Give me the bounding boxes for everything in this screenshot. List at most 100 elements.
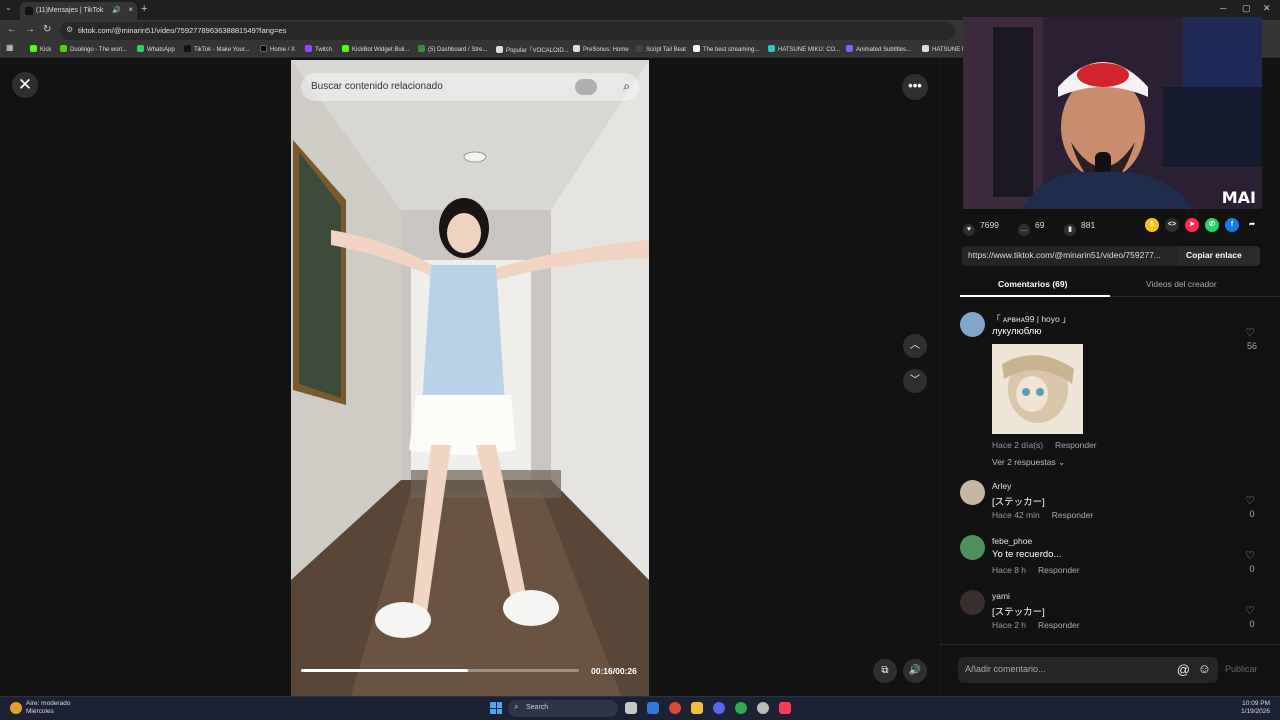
- bookmark-item[interactable]: Kick: [30, 45, 51, 53]
- comment-sticker-image[interactable]: [992, 344, 1083, 434]
- more-options-button[interactable]: •••: [902, 74, 928, 100]
- close-video-button[interactable]: ✕: [12, 72, 38, 98]
- tab-comments[interactable]: Comentarios (69): [998, 279, 1067, 289]
- bookmark-item[interactable]: Animated Subtitles...: [846, 45, 911, 53]
- file-explorer-icon[interactable]: [691, 702, 703, 714]
- close-tab-icon[interactable]: ×: [128, 5, 133, 14]
- comment-time: Hace 2 día(s): [992, 440, 1044, 450]
- forward-button[interactable]: →: [25, 24, 35, 35]
- avatar[interactable]: [960, 590, 985, 615]
- bookmark-item[interactable]: The best streaming...: [693, 45, 759, 53]
- emoji-icon[interactable]: ☺: [1198, 661, 1211, 676]
- discord-icon[interactable]: [713, 702, 725, 714]
- volume-button[interactable]: 🔊: [903, 659, 927, 683]
- avatar[interactable]: [960, 535, 985, 560]
- copy-link-button[interactable]: Copiar enlace: [1178, 246, 1260, 266]
- bookmark-item[interactable]: Home / X: [260, 45, 295, 53]
- bookmark-icon: ▮: [1064, 224, 1076, 236]
- comment-like-icon[interactable]: ♡: [1245, 494, 1255, 507]
- embed-icon[interactable]: <>: [1165, 218, 1179, 232]
- new-tab-button[interactable]: +: [141, 3, 147, 15]
- comment-like-icon[interactable]: ♡: [1245, 549, 1255, 562]
- close-window-button[interactable]: ✕: [1263, 3, 1271, 14]
- bookmark-item[interactable]: HATSUNE MIKU: CO...: [768, 45, 840, 53]
- related-search-input[interactable]: Buscar contenido relacionado ⌕: [301, 73, 639, 101]
- avatar[interactable]: [960, 312, 985, 337]
- music-icon[interactable]: [779, 702, 791, 714]
- video-progress-bar[interactable]: [301, 669, 579, 672]
- bookmark-favicon-icon: [30, 45, 37, 52]
- search-icon: ⌕: [514, 702, 519, 711]
- reply-button[interactable]: Responder: [1055, 440, 1097, 450]
- comment-like-icon[interactable]: ♡: [1245, 326, 1255, 339]
- search-icon[interactable]: ⌕: [623, 79, 630, 94]
- chrome-icon[interactable]: [735, 702, 747, 714]
- minimize-button[interactable]: ─: [1220, 3, 1226, 13]
- taskbar-search-label: Search: [526, 704, 549, 711]
- comment-meta: Hace 2 día(s) Responder: [992, 440, 1097, 450]
- comment-like-icon[interactable]: ♡: [1245, 604, 1255, 617]
- share-icon[interactable]: ➦: [1245, 218, 1259, 232]
- tab-list-icon[interactable]: ⌄: [5, 3, 12, 12]
- heart-icon: ♥: [963, 224, 975, 236]
- video-frame: [291, 60, 649, 696]
- bookmark-item[interactable]: Duolingo - The worl...: [60, 45, 127, 53]
- comment-username[interactable]: febe_phoe: [992, 536, 1032, 546]
- comment-like-count: 56: [1246, 341, 1257, 351]
- site-info-icon[interactable]: ⚙: [66, 25, 73, 34]
- comment-input[interactable]: Añadir comentario... @ ☺: [958, 657, 1218, 683]
- comment-username[interactable]: 「 ᴀᴘвнᴀ99 | hoyo 」: [992, 313, 1071, 325]
- bookmark-item[interactable]: TikTok - Make Your...: [184, 45, 249, 53]
- apps-icon[interactable]: ▦: [6, 43, 14, 52]
- reload-button[interactable]: ↻: [43, 24, 51, 35]
- bookmark-item[interactable]: PreSonus: Home: [573, 45, 629, 53]
- avatar[interactable]: [960, 480, 985, 505]
- bookmark-item[interactable]: KickBot Widget Buil...: [342, 45, 409, 53]
- speaker-icon[interactable]: 🔊: [112, 6, 121, 14]
- system-clock[interactable]: 10:09 PM 1/19/2026: [1241, 700, 1270, 716]
- comment-username[interactable]: Arley: [992, 481, 1011, 491]
- tab-creator-videos[interactable]: Videos del creador: [1146, 279, 1217, 289]
- video-time: 00:16/00:26: [591, 666, 637, 676]
- toggle-icon[interactable]: [575, 79, 597, 95]
- back-button[interactable]: ←: [7, 24, 17, 35]
- like-stat[interactable]: ♥ 7699: [963, 220, 999, 236]
- previous-video-button[interactable]: ︿: [903, 334, 927, 358]
- save-stat[interactable]: ▮ 881: [1064, 220, 1095, 236]
- reply-button[interactable]: Responder: [1052, 510, 1094, 520]
- publish-button[interactable]: Publicar: [1225, 664, 1258, 674]
- settings-icon[interactable]: [757, 702, 769, 714]
- comment-username[interactable]: yami: [992, 591, 1010, 601]
- coin-share-icon[interactable]: $: [1145, 218, 1159, 232]
- view-replies-button[interactable]: Ver 2 respuestas ⌄: [992, 457, 1065, 468]
- taskbar-search[interactable]: ⌕ Search: [508, 700, 618, 717]
- edge-icon[interactable]: [647, 702, 659, 714]
- comment-icon: …: [1018, 224, 1030, 236]
- address-bar[interactable]: ⚙ tiktok.com/@minarin51/video/7592778963…: [60, 22, 955, 40]
- video-link-field[interactable]: https://www.tiktok.com/@minarin51/video/…: [962, 246, 1260, 266]
- mention-icon[interactable]: @: [1177, 662, 1190, 677]
- send-icon[interactable]: ➤: [1185, 218, 1199, 232]
- picture-in-picture-button[interactable]: ⧉: [873, 659, 897, 683]
- tab-tiktok[interactable]: (11)Mensajes | TikTok 🔊 ×: [20, 2, 137, 20]
- weather-widget[interactable]: Aire: moderado Miércoles: [10, 700, 70, 716]
- view-replies-label: Ver 2 respuestas: [992, 457, 1056, 467]
- sticker-art: [992, 344, 1083, 434]
- reply-button[interactable]: Responder: [1038, 565, 1080, 575]
- bookmark-item[interactable]: Script Tail Beat: [636, 45, 686, 53]
- comment-stat[interactable]: … 69: [1018, 220, 1044, 236]
- facebook-icon[interactable]: f: [1225, 218, 1239, 232]
- reply-button[interactable]: Responder: [1038, 620, 1080, 630]
- whatsapp-icon[interactable]: ✆: [1205, 218, 1219, 232]
- divider: [940, 644, 1280, 645]
- video-player[interactable]: Buscar contenido relacionado ⌕ 00:16/00:…: [291, 60, 649, 696]
- app-icon[interactable]: [669, 702, 681, 714]
- maximize-button[interactable]: ▢: [1242, 3, 1251, 14]
- next-video-button[interactable]: ﹀: [903, 369, 927, 393]
- bookmark-item[interactable]: Twitch: [305, 45, 332, 53]
- task-view-icon[interactable]: [625, 702, 637, 714]
- bookmark-item[interactable]: (5) Dashboard / Stre...: [418, 45, 487, 53]
- windows-start-icon[interactable]: [490, 702, 502, 714]
- bookmark-item[interactable]: Popular「VOCALOID...: [496, 45, 569, 54]
- bookmark-item[interactable]: WhatsApp: [137, 45, 175, 53]
